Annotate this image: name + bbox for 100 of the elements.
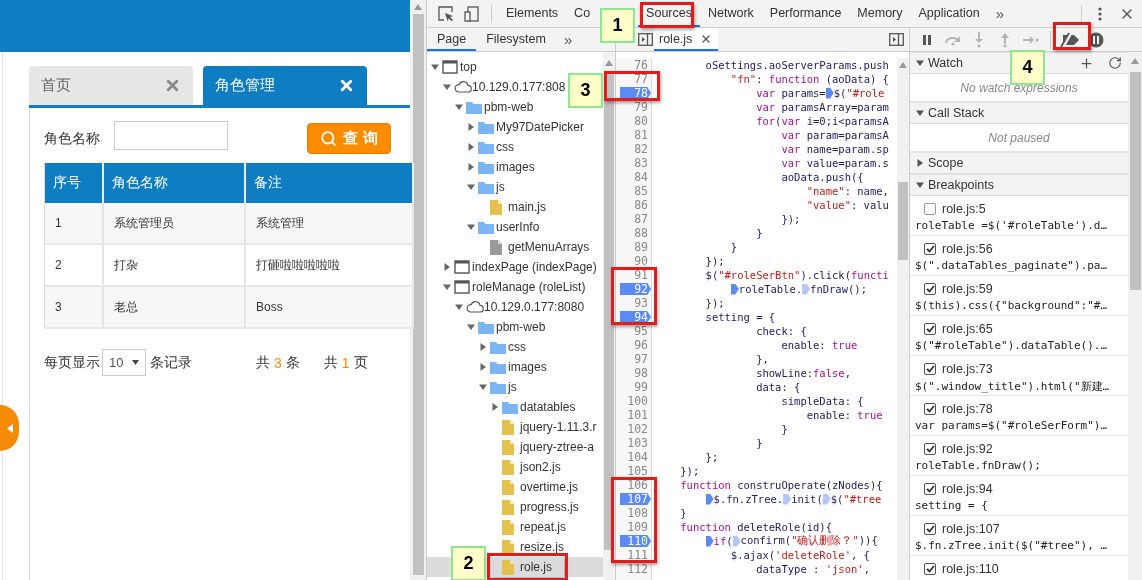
checkbox[interactable] [924, 523, 936, 535]
triangle-down-icon[interactable] [916, 59, 924, 67]
tree-item[interactable]: progress.js [491, 497, 579, 517]
refresh-icon[interactable] [1108, 56, 1122, 70]
triangle-down-icon[interactable] [916, 181, 924, 189]
tree-item[interactable]: userInfo [467, 217, 540, 237]
tree-item[interactable]: css [467, 137, 514, 157]
scroll-thumb[interactable] [412, 14, 424, 575]
checkbox[interactable] [924, 323, 936, 335]
sidebar-toggle-icon[interactable] [637, 33, 653, 46]
tree-item[interactable]: getMenuArrays [479, 237, 590, 257]
panel-tab[interactable]: Co [566, 0, 599, 27]
page-tab[interactable]: 首页 [29, 66, 193, 105]
record-count: 3 [274, 354, 282, 371]
checkbox[interactable] [924, 483, 936, 495]
more-tabs-button[interactable]: » [987, 5, 1012, 22]
pause-circle-icon[interactable] [1088, 31, 1104, 48]
code-text: }); [780, 213, 801, 225]
tree-item[interactable]: images [467, 157, 535, 177]
tree-item[interactable]: datatables [491, 397, 576, 417]
scroll-thumb[interactable] [1129, 72, 1141, 290]
pause-icon[interactable] [921, 33, 933, 46]
panel-tab[interactable]: Memory [849, 0, 911, 27]
tree-item[interactable]: top [431, 57, 477, 77]
line-number: 99 [633, 380, 649, 394]
close-icon[interactable] [338, 77, 355, 94]
tree-item[interactable]: js [479, 377, 517, 397]
code-text: }; [704, 451, 719, 463]
pager-label: 条记录 [150, 353, 192, 372]
tree-item[interactable]: My97DatePicker [467, 117, 585, 137]
code-text: $("#role [833, 87, 885, 99]
checkbox[interactable] [924, 363, 936, 375]
triangle-down-icon[interactable] [455, 103, 463, 111]
page-tab[interactable]: 角色管理 [203, 66, 367, 105]
tree-item[interactable]: repeat.js [491, 517, 567, 537]
panel-tab[interactable]: Elements [498, 0, 567, 27]
navigator-tab[interactable]: Filesystem [476, 28, 556, 51]
table-cell: 3 [45, 287, 104, 329]
triangle-right-icon[interactable] [491, 403, 499, 411]
collapse-handle[interactable] [0, 405, 19, 451]
scrollbar[interactable] [897, 58, 909, 580]
tree-item[interactable]: 10.129.0.177:808 [443, 77, 566, 97]
debugger-toggle-icon[interactable] [888, 33, 904, 46]
triangle-down-icon[interactable] [467, 183, 475, 191]
breakpoint-location: role.js:107 [942, 522, 1000, 536]
triangle-right-icon[interactable] [479, 343, 487, 351]
add-icon[interactable] [1079, 55, 1094, 71]
tree-item[interactable]: 10.129.0.177:8080 [455, 297, 585, 317]
tree-item[interactable]: main.js [479, 197, 546, 217]
scroll-thumb[interactable] [604, 72, 614, 550]
triangle-down-icon[interactable] [443, 83, 451, 91]
triangle-right-icon[interactable] [443, 263, 451, 271]
more-tabs-button[interactable]: » [555, 28, 581, 51]
triangle-right-icon[interactable] [916, 159, 924, 167]
tree-item[interactable]: resize.js [491, 537, 564, 557]
tree-item[interactable]: jquery-ztree-a [491, 437, 595, 457]
code-text: } [780, 423, 788, 435]
input-field[interactable] [114, 121, 228, 150]
panel-tab[interactable]: Performance [761, 0, 850, 27]
navigator-tab[interactable]: Page [427, 28, 477, 51]
breakpoint-location: role.js:5 [942, 202, 986, 216]
checkbox[interactable] [924, 443, 936, 455]
field-label: 角色名称 [44, 129, 100, 148]
triangle-down-icon[interactable] [479, 383, 487, 391]
scrollbar[interactable] [1128, 52, 1142, 580]
triangle-right-icon[interactable] [479, 363, 487, 371]
tree-item[interactable]: json2.js [491, 457, 561, 477]
triangle-down-icon[interactable] [443, 283, 451, 291]
tree-item[interactable]: css [479, 337, 526, 357]
tree-item[interactable]: pbm-web [467, 317, 546, 337]
file-tab[interactable]: role.js [654, 28, 719, 51]
checkbox[interactable] [924, 403, 936, 415]
tree-item[interactable]: pbm-web [455, 97, 534, 117]
tree-item[interactable]: images [479, 357, 547, 377]
tree-item[interactable]: js [467, 177, 505, 197]
tree-item[interactable]: indexPage (indexPage) [443, 257, 597, 277]
scrollbar[interactable] [410, 0, 426, 580]
triangle-right-icon[interactable] [467, 123, 475, 131]
triangle-down-icon[interactable] [431, 63, 439, 71]
triangle-right-icon[interactable] [467, 143, 475, 151]
tree-item[interactable]: overtime.js [491, 477, 578, 497]
tree-item[interactable]: roleManage (roleList) [443, 277, 586, 297]
checkbox[interactable] [924, 243, 936, 255]
scroll-thumb[interactable] [898, 182, 908, 260]
triangle-down-icon[interactable] [467, 323, 475, 331]
caret-icon [132, 360, 139, 365]
tree-item[interactable]: jquery-1.11.3.r [491, 417, 597, 437]
folder-icon [466, 100, 482, 114]
checkbox[interactable] [924, 283, 936, 295]
page-size-select[interactable]: 10 [102, 349, 146, 376]
triangle-down-icon[interactable] [467, 223, 475, 231]
triangle-right-icon[interactable] [467, 163, 475, 171]
panel-tab[interactable]: Application [910, 0, 988, 27]
triangle-down-icon[interactable] [455, 303, 463, 311]
checkbox[interactable] [924, 203, 936, 215]
checkbox[interactable] [924, 563, 936, 575]
triangle-down-icon[interactable] [916, 109, 924, 117]
panel-tab[interactable]: Network [699, 0, 762, 27]
breakpoint-slash-icon[interactable] [1059, 31, 1081, 48]
file-icon [502, 559, 514, 575]
